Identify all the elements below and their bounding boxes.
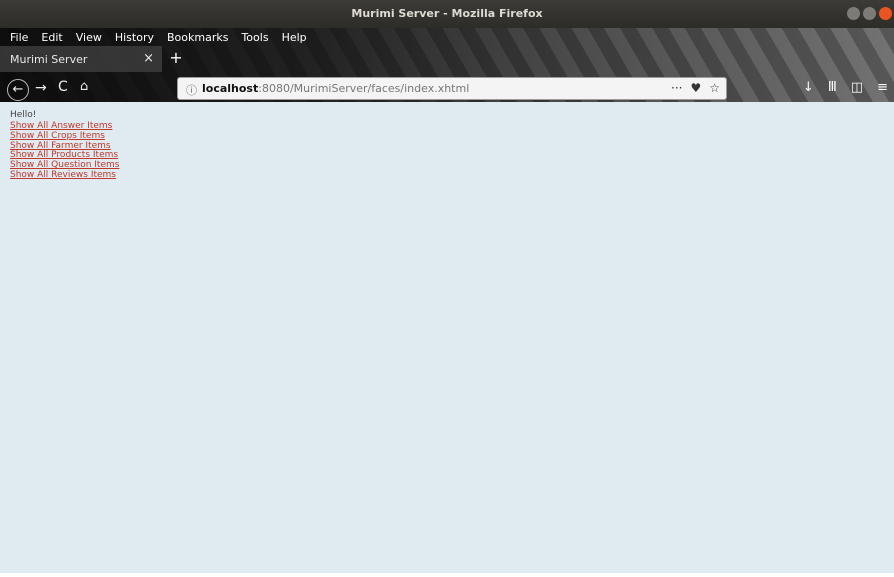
menu-bar: File Edit View History Bookmarks Tools H… bbox=[0, 28, 307, 46]
page-actions-icon[interactable]: ··· bbox=[671, 81, 682, 95]
minimize-button[interactable] bbox=[847, 7, 860, 20]
tab-label: Murimi Server bbox=[10, 53, 88, 66]
tab-murimi-server[interactable]: Murimi Server × bbox=[0, 46, 162, 72]
forward-button[interactable]: → bbox=[35, 80, 47, 96]
bottom-edge bbox=[0, 573, 894, 577]
maximize-button[interactable] bbox=[863, 7, 876, 20]
menu-file[interactable]: File bbox=[10, 31, 28, 44]
home-button[interactable]: ⌂ bbox=[80, 79, 88, 94]
toolbar-right: ↓ Ⅲ ◫ ≡ bbox=[803, 80, 888, 95]
pocket-icon[interactable]: ♥ bbox=[690, 81, 701, 95]
close-tab-icon[interactable]: × bbox=[143, 51, 154, 66]
sidebar-icon[interactable]: ◫ bbox=[851, 80, 863, 95]
link-show-reviews-items[interactable]: Show All Reviews Items bbox=[10, 170, 119, 181]
menu-tools[interactable]: Tools bbox=[241, 31, 268, 44]
close-window-button[interactable] bbox=[879, 7, 892, 20]
window-title: Murimi Server - Mozilla Firefox bbox=[351, 7, 543, 20]
hamburger-menu-icon[interactable]: ≡ bbox=[877, 80, 888, 95]
menu-view[interactable]: View bbox=[76, 31, 102, 44]
url-path: :8080/MurimiServer/faces/index.xhtml bbox=[258, 82, 470, 95]
url-bar[interactable]: ⓘ localhost:8080/MurimiServer/faces/inde… bbox=[177, 77, 727, 100]
title-bar: Murimi Server - Mozilla Firefox bbox=[0, 0, 894, 28]
greeting-text: Hello! bbox=[10, 110, 37, 120]
info-icon[interactable]: ⓘ bbox=[186, 82, 197, 98]
menu-help[interactable]: Help bbox=[282, 31, 307, 44]
firefox-window: Murimi Server - Mozilla Firefox File Edi… bbox=[0, 0, 894, 577]
bookmark-star-icon[interactable]: ☆ bbox=[709, 81, 720, 95]
menu-edit[interactable]: Edit bbox=[41, 31, 62, 44]
links-list: Show All Answer Items Show All Crops Ite… bbox=[10, 121, 119, 181]
window-controls bbox=[847, 7, 892, 20]
url-host: localhost bbox=[202, 82, 259, 95]
menu-bookmarks[interactable]: Bookmarks bbox=[167, 31, 228, 44]
reload-button[interactable]: C bbox=[58, 79, 68, 95]
back-button[interactable]: ← bbox=[7, 79, 29, 101]
url-text[interactable]: localhost:8080/MurimiServer/faces/index.… bbox=[202, 82, 469, 95]
url-actions: ··· ♥ ☆ bbox=[671, 81, 720, 95]
menu-history[interactable]: History bbox=[115, 31, 154, 44]
library-icon[interactable]: Ⅲ bbox=[828, 80, 837, 95]
page-content: Hello! Show All Answer Items Show All Cr… bbox=[0, 102, 894, 577]
new-tab-button[interactable]: + bbox=[166, 46, 186, 72]
download-icon[interactable]: ↓ bbox=[803, 80, 814, 95]
